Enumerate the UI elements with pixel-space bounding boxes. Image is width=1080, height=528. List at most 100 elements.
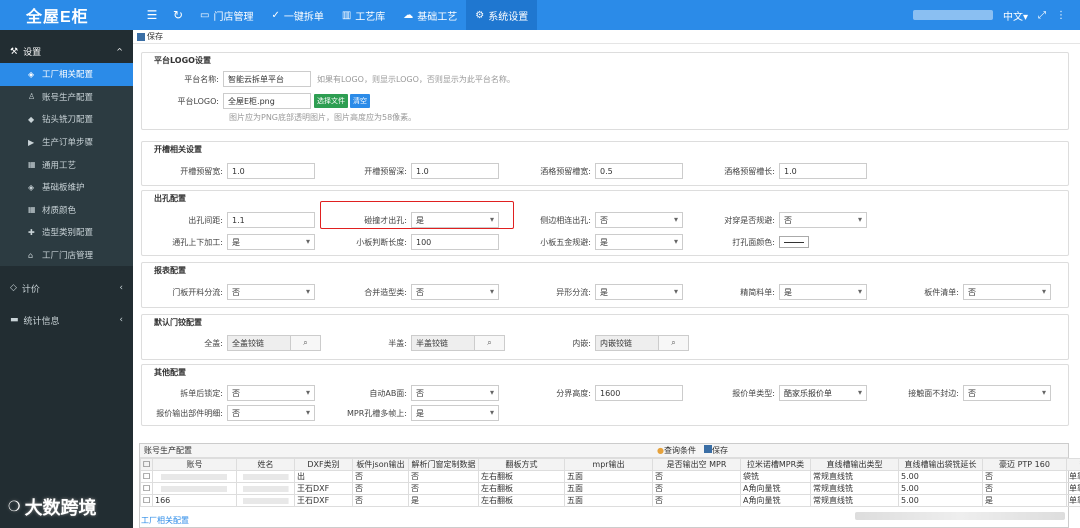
column-header[interactable]: 拉米诺槽MPR类 bbox=[740, 458, 811, 471]
platform-logo-label: 平台LOGO: bbox=[177, 96, 219, 106]
column-header[interactable]: 直线槽输出类型 bbox=[810, 458, 899, 471]
wine-slot-length-input[interactable]: 1.0 bbox=[779, 163, 867, 179]
column-header[interactable]: 直线槽输出袋铣延长 bbox=[898, 458, 983, 471]
auto-ab-face-select[interactable]: 否 bbox=[411, 385, 499, 401]
table-cell: 否 bbox=[652, 470, 741, 483]
column-header[interactable]: 姓名 bbox=[236, 458, 295, 471]
platform-logo-input[interactable]: 全屋E柜.png bbox=[223, 93, 311, 109]
board-list-select[interactable]: 否 bbox=[963, 284, 1051, 300]
platform-name-input[interactable]: 智能云拆单平台 bbox=[223, 71, 311, 87]
special-shape-split-select[interactable]: 是 bbox=[595, 284, 683, 300]
sidebar-item-common-process[interactable]: ▦ 通用工艺 bbox=[0, 153, 133, 176]
mpr-multi-frame-select[interactable]: 是 bbox=[411, 405, 499, 421]
choose-file-button[interactable]: 选择文件 bbox=[314, 94, 348, 108]
through-avoid-select[interactable]: 否 bbox=[779, 212, 867, 228]
nav-one-click-split[interactable]: ✓ 一键拆单 bbox=[262, 0, 332, 30]
data-table: ☐ 账号 姓名 DXF类别 板件json输出 解析门窗定制数据 翻板方式 mpr… bbox=[140, 458, 1080, 507]
table-cell: 否 bbox=[982, 470, 1067, 483]
quote-parts-detail-select[interactable]: 否 bbox=[227, 405, 315, 421]
platform-logo-hint: 图片应为PNG底部透明图片，图片高度应为58像素。 bbox=[229, 113, 417, 122]
app-logo[interactable]: 全屋E柜 bbox=[0, 0, 133, 30]
through-hole-select[interactable]: 是 bbox=[227, 234, 315, 250]
clear-button[interactable]: 清空 bbox=[350, 94, 370, 108]
drill-face-color-picker[interactable] bbox=[779, 236, 809, 248]
boundary-height-input[interactable]: 1600 bbox=[595, 385, 683, 401]
refresh-icon[interactable]: ↻ bbox=[165, 8, 191, 22]
language-select[interactable]: 中文▾ bbox=[1003, 8, 1028, 23]
sidebar-item-drill-config[interactable]: ◆ 钻头铣刀配置 bbox=[0, 108, 133, 131]
top-right-area: 中文▾ ⤢ ⋮ bbox=[912, 8, 1080, 23]
column-header[interactable]: 翻板方式 bbox=[478, 458, 565, 471]
table-cell: 常规直线铣 bbox=[810, 494, 899, 507]
query-button[interactable]: ●查询条件 bbox=[657, 445, 696, 456]
table-row[interactable]: ☐ 出 否 否 左右翻板 五面 否 袋铣 常规直线铣 5.00 否 单靠 bbox=[140, 470, 1080, 483]
select-all-checkbox[interactable]: ☐ bbox=[140, 458, 153, 471]
lock-after-split-label: 拆单后锁定: bbox=[180, 388, 223, 398]
nav-basic-process[interactable]: ☁ 基础工艺 bbox=[394, 0, 466, 30]
save-icon[interactable] bbox=[137, 32, 145, 41]
column-header[interactable]: 是否输出空 MPR bbox=[652, 458, 741, 471]
sidebar-group-pricing[interactable]: ◇ 计价 ‹ bbox=[0, 272, 133, 304]
half-cover-input[interactable]: 半盖铰链 bbox=[411, 335, 475, 351]
sidebar-item-base-board[interactable]: ◈ 基础板维护 bbox=[0, 176, 133, 199]
sidebar-item-order-steps[interactable]: ▶ 生产订单步骤 bbox=[0, 131, 133, 154]
column-header[interactable]: mpr输出 bbox=[564, 458, 653, 471]
table-cell: 否 bbox=[408, 482, 479, 495]
inset-search-icon[interactable]: ⌕ bbox=[659, 335, 689, 351]
column-header[interactable]: 豪迈 PTP 160 bbox=[982, 458, 1067, 471]
sidebar-item-account-production[interactable]: ♙ 账号生产配置 bbox=[0, 86, 133, 109]
column-header[interactable]: DXF类别 bbox=[294, 458, 353, 471]
sidebar-item-shape-category[interactable]: ✚ 造型类别配置 bbox=[0, 221, 133, 244]
merge-shape-select[interactable]: 否 bbox=[411, 284, 499, 300]
wine-slot-width-input[interactable]: 0.5 bbox=[595, 163, 683, 179]
wine-slot-width-label: 酒格预留槽宽: bbox=[540, 166, 591, 176]
cloud-icon: ☁ bbox=[403, 9, 414, 21]
slot-width-input[interactable]: 1.0 bbox=[227, 163, 315, 179]
row-checkbox[interactable]: ☐ bbox=[140, 482, 153, 495]
nav-store-manage[interactable]: ▭ 门店管理 bbox=[191, 0, 262, 30]
half-cover-search-icon[interactable]: ⌕ bbox=[475, 335, 505, 351]
nav-system-settings[interactable]: ⚙ 系统设置 bbox=[466, 0, 538, 30]
row-checkbox[interactable]: ☐ bbox=[140, 470, 153, 483]
grid-tools: ●查询条件 保存 bbox=[657, 445, 728, 456]
grid-save-button[interactable]: 保存 bbox=[704, 445, 728, 456]
small-board-length-input[interactable]: 100 bbox=[411, 234, 499, 250]
more-icon[interactable]: ⋮ bbox=[1056, 10, 1066, 21]
lock-after-split-select[interactable]: 否 bbox=[227, 385, 315, 401]
column-header[interactable]: 账号 bbox=[152, 458, 237, 471]
column-header[interactable]: 查 bbox=[1066, 458, 1080, 471]
table-row[interactable]: ☐ 王石DXF 否 否 左右翻板 五面 否 A角向量铣 常规直线铣 5.00 否… bbox=[140, 482, 1080, 495]
simple-material-list-select[interactable]: 是 bbox=[779, 284, 867, 300]
sidebar-item-material-color[interactable]: ▦ 材质颜色 bbox=[0, 199, 133, 222]
wine-slot-length-label: 酒格预留槽长: bbox=[724, 166, 775, 176]
nav-process-library[interactable]: ▥ 工艺库 bbox=[333, 0, 394, 30]
contact-no-edge-select[interactable]: 否 bbox=[963, 385, 1051, 401]
sidebar-group-settings[interactable]: ⚒ 设置 ^ bbox=[0, 40, 133, 63]
menu-toggle-icon[interactable]: ☰ bbox=[139, 8, 165, 22]
column-header[interactable]: 板件json输出 bbox=[352, 458, 409, 471]
small-board-hardware-select[interactable]: 是 bbox=[595, 234, 683, 250]
row-checkbox[interactable]: ☐ bbox=[140, 494, 153, 507]
table-row[interactable]: ☐ 166 王石DXF 否 是 左右翻板 五面 否 A角向量铣 常规直线铣 5.… bbox=[140, 494, 1080, 507]
table-cell: 五面 bbox=[564, 470, 653, 483]
breadcrumb-link[interactable]: 工厂相关配置 bbox=[141, 515, 189, 526]
full-cover-input[interactable]: 全盖铰链 bbox=[227, 335, 291, 351]
tag-icon: ◈ bbox=[28, 182, 35, 192]
sidebar-item-factory-config[interactable]: ◈ 工厂相关配置 bbox=[0, 63, 133, 86]
user-name[interactable] bbox=[912, 10, 993, 20]
inset-input[interactable]: 内嵌铰链 bbox=[595, 335, 659, 351]
quote-parts-detail-label: 报价输出部件明细: bbox=[156, 408, 223, 418]
table-cell: 出 bbox=[294, 470, 353, 483]
slot-depth-input[interactable]: 1.0 bbox=[411, 163, 499, 179]
quote-type-select[interactable]: 酷家乐报价单 bbox=[779, 385, 867, 401]
hole-spacing-input[interactable]: 1.1 bbox=[227, 212, 315, 228]
sidebar-group-stats[interactable]: ▬ 统计信息 ‹ bbox=[0, 304, 133, 336]
sidebar-item-factory-store[interactable]: ⌂ 工厂门店管理 bbox=[0, 244, 133, 267]
save-button[interactable]: 保存 bbox=[147, 31, 163, 42]
column-header[interactable]: 解析门窗定制数据 bbox=[408, 458, 479, 471]
full-cover-search-icon[interactable]: ⌕ bbox=[291, 335, 321, 351]
monitor-icon: ▭ bbox=[200, 9, 210, 21]
fullscreen-icon[interactable]: ⤢ bbox=[1038, 10, 1046, 21]
door-cut-split-select[interactable]: 否 bbox=[227, 284, 315, 300]
side-connect-hole-select[interactable]: 否 bbox=[595, 212, 683, 228]
